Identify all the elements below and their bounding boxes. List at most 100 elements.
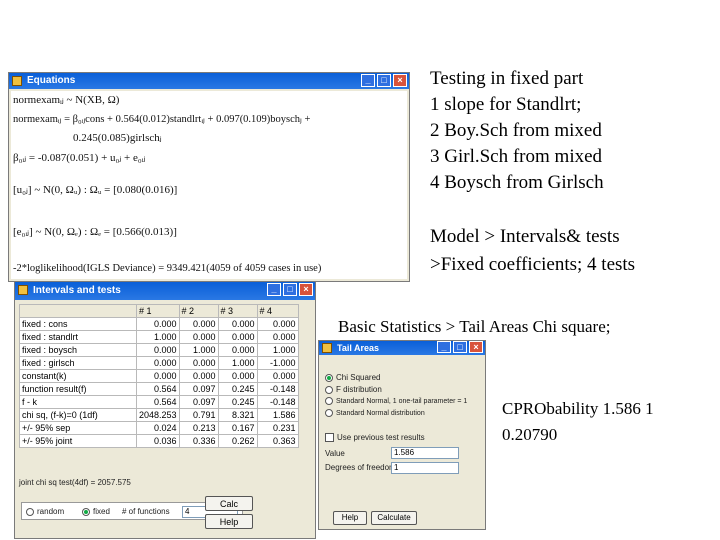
option-f-distribution[interactable]: F distribution [325, 385, 382, 394]
value-cell[interactable]: 1.000 [178, 343, 219, 357]
value-label: Value [325, 449, 345, 458]
value-cell[interactable]: 0.000 [178, 317, 219, 331]
value-cell[interactable]: 1.586 [256, 408, 299, 422]
table-row: f - k 0.564 0.097 0.245 -0.148 [19, 395, 299, 409]
value-cell[interactable]: 8.321 [217, 408, 258, 422]
table-row: function result(f) 0.564 0.097 0.245 -0.148 [19, 382, 299, 396]
close-icon[interactable]: × [299, 283, 313, 296]
table-row: fixed : boysch 0.000 1.000 0.000 1.000 [19, 343, 299, 357]
option-label: Standard Normal distribution [336, 409, 425, 417]
app-icon [18, 285, 28, 295]
row-label-cell[interactable]: f - k [19, 395, 137, 409]
value-cell[interactable]: 0.791 [178, 408, 219, 422]
row-label-cell[interactable]: chi sq, (f-k)=0 (1df) [19, 408, 137, 422]
maximize-icon[interactable]: □ [453, 341, 467, 353]
value-cell[interactable]: -0.148 [256, 382, 299, 396]
value-cell[interactable]: 0.262 [217, 434, 258, 448]
row-label-cell[interactable]: function result(f) [19, 382, 137, 396]
tail-help-button[interactable]: Help [333, 511, 367, 525]
equations-window: Equations _ □ × normexamᵢⱼ ~ N(XB, Ω) no… [8, 72, 410, 282]
value-cell[interactable]: 0.363 [256, 434, 299, 448]
minimize-icon[interactable]: _ [361, 74, 375, 87]
value-cell[interactable]: 0.000 [256, 330, 299, 344]
slide-cprob-1: CPRObability 1.586 1 [502, 399, 654, 418]
value-cell[interactable]: -0.148 [256, 395, 299, 409]
value-cell[interactable]: 0.000 [256, 317, 299, 331]
help-button[interactable]: Help [205, 514, 253, 529]
radio-icon [325, 409, 333, 417]
value-cell[interactable]: 0.000 [217, 317, 258, 331]
minimize-icon[interactable]: _ [267, 283, 281, 296]
row-label-cell[interactable]: constant(k) [19, 369, 137, 383]
option-standard-normal[interactable]: Standard Normal distribution [325, 409, 425, 417]
intervals-grid[interactable]: # 1 # 2 # 3 # 4 fixed : cons 0.000 0.000 0.… [19, 304, 299, 448]
radio-random-label: random [37, 507, 65, 516]
value-cell[interactable]: 0.000 [217, 369, 258, 383]
value-cell[interactable]: 0.000 [217, 343, 258, 357]
value-cell[interactable]: 1.000 [136, 330, 180, 344]
row-label-cell[interactable]: fixed : girlsch [19, 356, 137, 370]
value-cell[interactable]: 0.000 [178, 369, 219, 383]
tail-titlebar[interactable]: Tail Areas _ □ × [319, 341, 485, 355]
value-cell[interactable]: 0.000 [136, 317, 180, 331]
value-cell[interactable]: 0.245 [217, 382, 258, 396]
radio-icon [325, 373, 333, 382]
equation-line-2: normexamᵢⱼ = β₀ᵢⱼcons + 0.564(0.012)stan… [13, 114, 311, 125]
value-cell[interactable]: 0.167 [217, 421, 258, 435]
value-cell[interactable]: 0.000 [136, 343, 180, 357]
value-cell[interactable]: 0.000 [136, 369, 180, 383]
radio-icon [325, 397, 333, 405]
close-icon[interactable]: × [469, 341, 483, 353]
slide-basic-stats: Basic Statistics > Tail Areas Chi square… [338, 317, 611, 336]
dof-input[interactable]: 1 [391, 462, 459, 474]
equations-titlebar[interactable]: Equations _ □ × [9, 73, 409, 89]
maximize-icon[interactable]: □ [377, 74, 391, 87]
value-cell[interactable]: 1.000 [217, 356, 258, 370]
close-icon[interactable]: × [393, 74, 407, 87]
radio-random[interactable]: random [26, 507, 64, 516]
slide-line-2: 1 slope for Standlrt; [430, 94, 582, 115]
row-label-cell[interactable]: fixed : cons [19, 317, 137, 331]
dof-label: Degrees of freedom [325, 463, 396, 472]
intervals-titlebar[interactable]: Intervals and tests _ □ × [15, 282, 315, 300]
value-cell[interactable]: 0.000 [178, 330, 219, 344]
equation-line-7: -2*loglikelihood(IGLS Deviance) = 9349.4… [13, 263, 322, 274]
value-cell[interactable]: 0.000 [217, 330, 258, 344]
option-standard-normal-param[interactable]: Standard Normal, 1 one-tail parameter = … [325, 397, 467, 405]
value-cell[interactable]: 0.097 [178, 382, 219, 396]
intervals-title: Intervals and tests [33, 285, 121, 296]
radio-fixed[interactable]: fixed [82, 507, 110, 516]
slide-line-4: 3 Girl.Sch from mixed [430, 146, 603, 167]
calc-button[interactable]: Calc [205, 496, 253, 511]
option-chi-squared[interactable]: Chi Squared [325, 373, 380, 382]
value-cell[interactable]: 2048.253 [136, 408, 180, 422]
value-cell[interactable]: 0.564 [136, 382, 180, 396]
tail-title: Tail Areas [337, 343, 380, 353]
value-cell[interactable]: 0.245 [217, 395, 258, 409]
value-cell[interactable]: 1.000 [256, 343, 299, 357]
row-label-cell[interactable]: +/- 95% sep [19, 421, 137, 435]
value-cell[interactable]: 0.231 [256, 421, 299, 435]
value-cell[interactable]: 0.024 [136, 421, 180, 435]
intervals-grid-container: # 1 # 2 # 3 # 4 fixed : cons 0.000 0.000 0.… [19, 304, 299, 448]
calculate-button[interactable]: Calculate [371, 511, 417, 525]
value-input[interactable]: 1.586 [391, 447, 459, 459]
minimize-icon[interactable]: _ [437, 341, 451, 353]
use-previous-checkbox[interactable]: Use previous test results [325, 433, 425, 443]
equations-title: Equations [27, 75, 76, 86]
value-cell[interactable]: 0.000 [256, 369, 299, 383]
value-cell[interactable]: 0.097 [178, 395, 219, 409]
row-label-cell[interactable]: +/- 95% joint [19, 434, 137, 448]
value-cell[interactable]: 0.000 [136, 356, 180, 370]
value-cell[interactable]: 0.036 [136, 434, 180, 448]
value-cell[interactable]: -1.000 [256, 356, 299, 370]
value-cell[interactable]: 0.213 [178, 421, 219, 435]
grid-header-cell [19, 304, 137, 318]
value-cell[interactable]: 0.564 [136, 395, 180, 409]
row-label-cell[interactable]: fixed : boysch [19, 343, 137, 357]
value-cell[interactable]: 0.336 [178, 434, 219, 448]
grid-header-cell: # 2 [178, 304, 219, 318]
maximize-icon[interactable]: □ [283, 283, 297, 296]
value-cell[interactable]: 0.000 [178, 356, 219, 370]
row-label-cell[interactable]: fixed : standlrt [19, 330, 137, 344]
